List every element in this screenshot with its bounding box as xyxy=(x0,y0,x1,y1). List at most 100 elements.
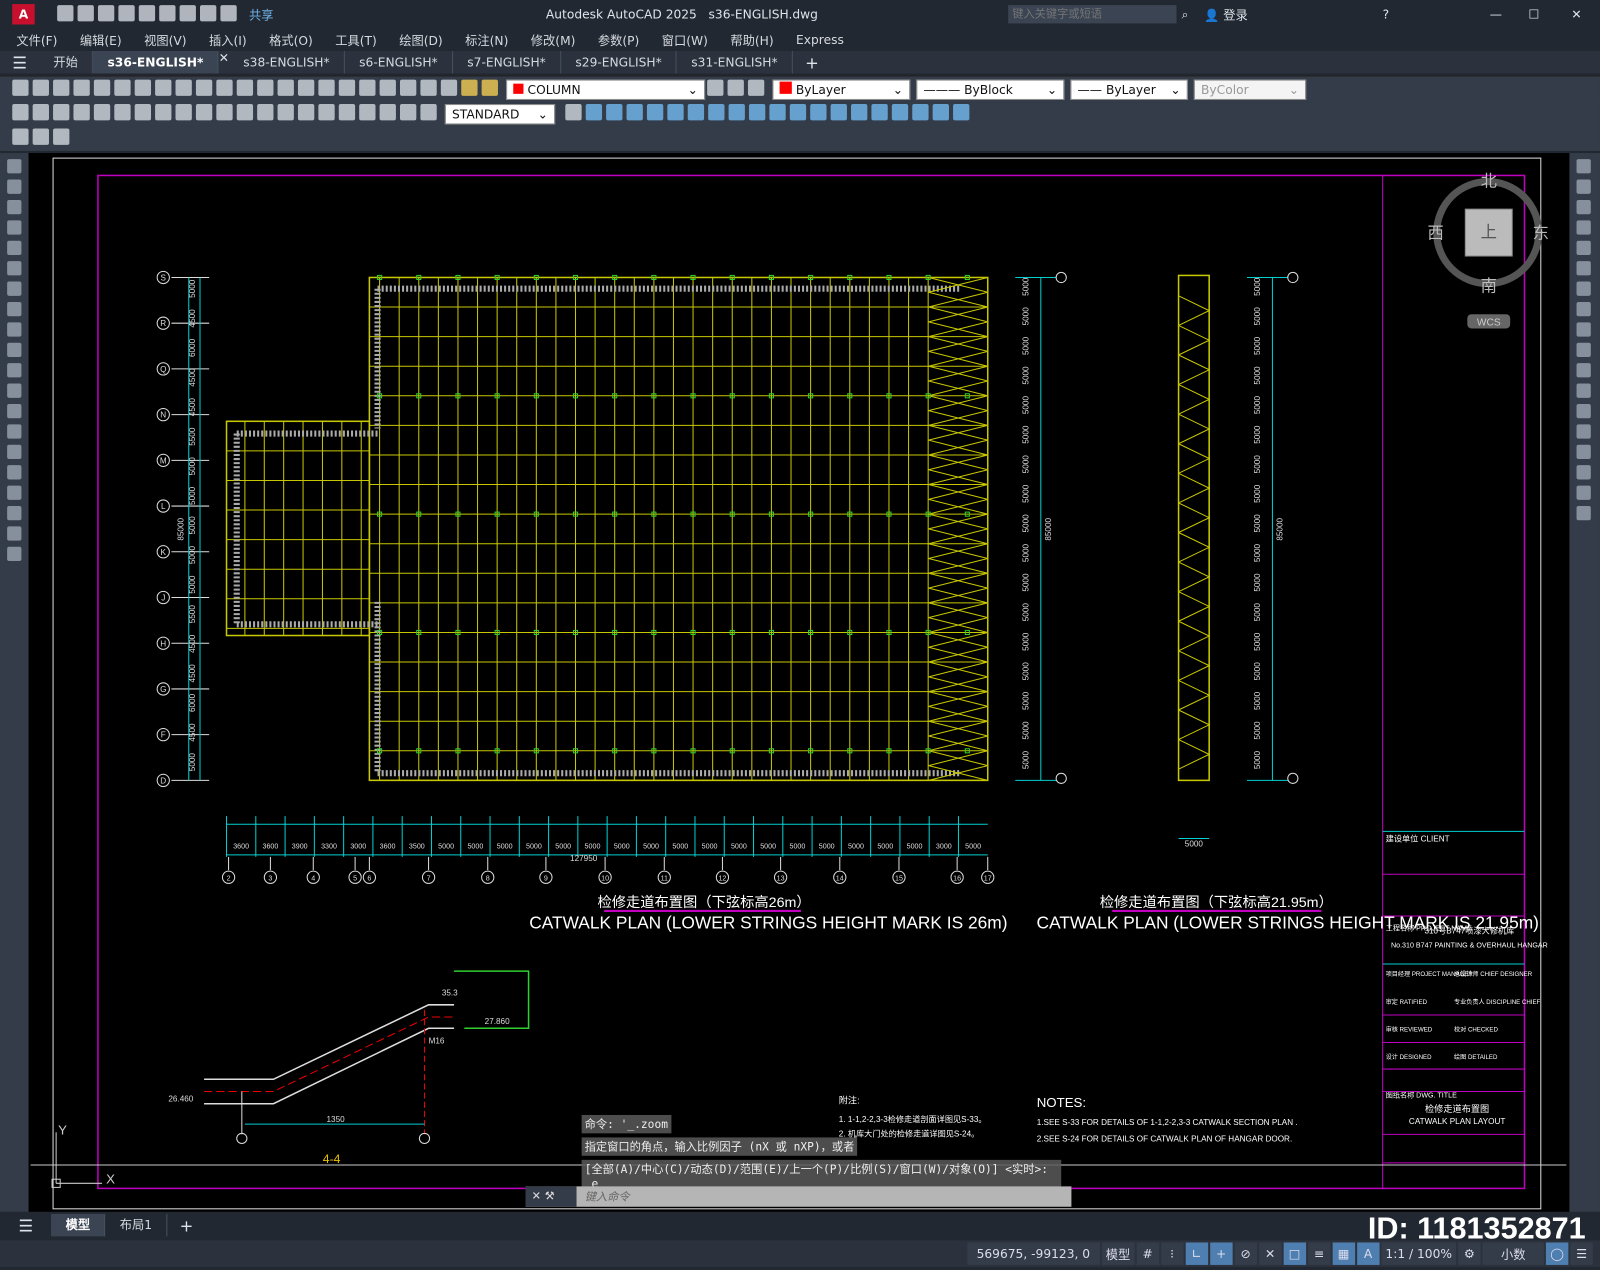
tool-icon[interactable] xyxy=(7,159,22,174)
tool-icon[interactable] xyxy=(7,485,22,500)
tool-icon[interactable] xyxy=(7,240,22,256)
tool-icon[interactable] xyxy=(1576,444,1591,460)
close-tab-icon[interactable]: ✕ xyxy=(219,51,229,73)
tool-icon[interactable] xyxy=(1576,322,1591,337)
dynamic-input-toggle[interactable]: + xyxy=(1209,1242,1233,1265)
lineweight-dropdown[interactable]: —— ByLayer ⌄ xyxy=(1070,79,1188,100)
tool-icon[interactable] xyxy=(7,342,22,358)
layer-dropdown[interactable]: COLUMN ⌄ xyxy=(506,79,706,100)
tool-icon[interactable] xyxy=(7,505,22,521)
close-button[interactable]: ✕ xyxy=(1571,7,1581,21)
menu-item[interactable]: 格式(O) xyxy=(269,31,313,48)
menu-item[interactable]: 工具(T) xyxy=(335,31,377,48)
tool-icon[interactable] xyxy=(1576,159,1591,174)
coordinates-readout[interactable]: 569675, -99123, 0 xyxy=(967,1242,1100,1265)
tab-file[interactable]: s7-ENGLISH* xyxy=(453,51,562,74)
tab-file[interactable]: s31-ENGLISH* xyxy=(677,51,793,74)
menu-item[interactable]: 窗口(W) xyxy=(662,31,708,48)
menu-item[interactable]: 参数(P) xyxy=(598,31,639,48)
autocad-logo[interactable]: A xyxy=(12,4,35,25)
tool-icon[interactable] xyxy=(1576,403,1591,419)
search-input[interactable] xyxy=(1008,5,1177,24)
tool-icon[interactable] xyxy=(7,465,22,480)
hamburger-icon[interactable]: ☰ xyxy=(0,1215,51,1234)
tool-icon[interactable] xyxy=(1576,220,1591,235)
tool-icon[interactable] xyxy=(7,546,22,562)
tool-icon[interactable] xyxy=(7,526,22,541)
polar-toggle[interactable]: ⊘ xyxy=(1234,1242,1257,1265)
new-tab-button[interactable]: + xyxy=(793,53,831,72)
isolate-icon[interactable]: ◯ xyxy=(1545,1242,1569,1265)
tab-model[interactable]: 模型 xyxy=(51,1213,106,1237)
menu-item[interactable]: 编辑(E) xyxy=(80,31,122,48)
settings-icon[interactable]: ⚙ xyxy=(1458,1242,1481,1265)
tool-icon[interactable] xyxy=(1576,199,1591,215)
menu-item[interactable]: 文件(F) xyxy=(16,31,57,48)
tool-icon[interactable] xyxy=(1576,240,1591,256)
tool-icon[interactable] xyxy=(7,363,22,378)
units-dropdown[interactable]: 小数 xyxy=(1482,1242,1544,1265)
tool-icon[interactable] xyxy=(7,424,22,439)
object-snap-toggle[interactable]: □ xyxy=(1283,1242,1306,1265)
tool-icon[interactable] xyxy=(1576,261,1591,276)
cad-drawing[interactable]: S R Q N M L K J H G F D 5000 4500 6000 4500 4500 5500 5000… xyxy=(29,153,1570,1212)
lineweight-toggle[interactable]: ≡ xyxy=(1307,1242,1331,1265)
tab-file[interactable]: s6-ENGLISH* xyxy=(345,51,453,74)
linetype-dropdown[interactable]: ——— ByBlock ⌄ xyxy=(916,79,1065,100)
tool-icon[interactable] xyxy=(1576,485,1591,500)
login-button[interactable]: 👤 登录 xyxy=(1204,6,1248,23)
share-button[interactable]: 共享 xyxy=(249,6,274,23)
tab-file[interactable]: s38-ENGLISH* xyxy=(229,51,345,74)
annotation-toggle[interactable]: A xyxy=(1356,1242,1380,1265)
tool-icon[interactable] xyxy=(7,383,22,398)
minimize-button[interactable]: — xyxy=(1490,7,1502,21)
add-layout-button[interactable]: + xyxy=(167,1215,205,1234)
tool-icon[interactable] xyxy=(1576,363,1591,378)
search-icon[interactable]: ⌕ xyxy=(1182,7,1189,22)
textstyle-dropdown[interactable]: STANDARD ⌄ xyxy=(444,104,556,125)
tool-icon[interactable] xyxy=(7,444,22,460)
tool-icon[interactable] xyxy=(7,199,22,215)
snap-toggle[interactable]: ⁝ xyxy=(1160,1242,1184,1265)
tool-icon[interactable] xyxy=(7,220,22,235)
osnap-toggle[interactable]: ✕ xyxy=(1258,1242,1282,1265)
menu-item[interactable]: 帮助(H) xyxy=(730,31,773,48)
tool-icon[interactable] xyxy=(7,322,22,337)
customize-icon[interactable]: ☰ xyxy=(1570,1242,1593,1265)
transparency-toggle[interactable]: ▦ xyxy=(1332,1242,1355,1265)
model-space-button[interactable]: 模型 xyxy=(1101,1242,1135,1265)
menu-item[interactable]: 视图(V) xyxy=(144,31,186,48)
tab-file[interactable]: s36-ENGLISH* xyxy=(93,51,219,74)
menu-item[interactable]: 绘图(D) xyxy=(399,31,442,48)
tool-icon[interactable] xyxy=(1576,383,1591,398)
hamburger-icon[interactable]: ☰ xyxy=(0,53,39,72)
tool-icon[interactable] xyxy=(1576,424,1591,439)
tool-icon[interactable] xyxy=(7,281,22,296)
color-dropdown[interactable]: ByLayer ⌄ xyxy=(772,79,911,100)
tool-icon[interactable] xyxy=(7,403,22,419)
menu-item[interactable]: Express xyxy=(796,33,844,47)
annotation-scale[interactable]: 1:1 / 100% xyxy=(1381,1242,1457,1265)
grid-toggle[interactable]: # xyxy=(1136,1242,1159,1265)
menu-item[interactable]: 插入(I) xyxy=(209,31,247,48)
tab-file[interactable]: s29-ENGLISH* xyxy=(561,51,678,74)
tool-icon[interactable] xyxy=(1576,301,1591,317)
tab-start[interactable]: 开始 xyxy=(39,51,94,74)
viewcube[interactable]: 上 北 南 东 西 WCS xyxy=(1428,173,1549,329)
menu-item[interactable]: 修改(M) xyxy=(531,31,576,48)
tool-icon[interactable] xyxy=(7,301,22,317)
drawing-canvas[interactable]: S R Q N M L K J H G F D 5000 4500 6000 4500 4500 5500 5000… xyxy=(28,153,1570,1212)
command-placeholder[interactable]: 键入命令 xyxy=(585,1188,630,1204)
tool-icon[interactable] xyxy=(7,179,22,194)
menu-item[interactable]: 标注(N) xyxy=(465,31,508,48)
command-input[interactable]: ✕ ⚒ 键入命令 xyxy=(525,1186,1072,1207)
tool-icon[interactable] xyxy=(1576,465,1591,480)
tool-icon[interactable] xyxy=(7,261,22,276)
tool-icon[interactable] xyxy=(1576,505,1591,521)
tab-layout1[interactable]: 布局1 xyxy=(105,1213,168,1237)
tool-icon[interactable] xyxy=(1576,281,1591,296)
close-command-icon[interactable]: ✕ ⚒ xyxy=(525,1186,577,1207)
ortho-toggle[interactable]: ∟ xyxy=(1185,1242,1208,1265)
tool-icon[interactable] xyxy=(1576,342,1591,358)
tool-icon[interactable] xyxy=(1576,179,1591,194)
